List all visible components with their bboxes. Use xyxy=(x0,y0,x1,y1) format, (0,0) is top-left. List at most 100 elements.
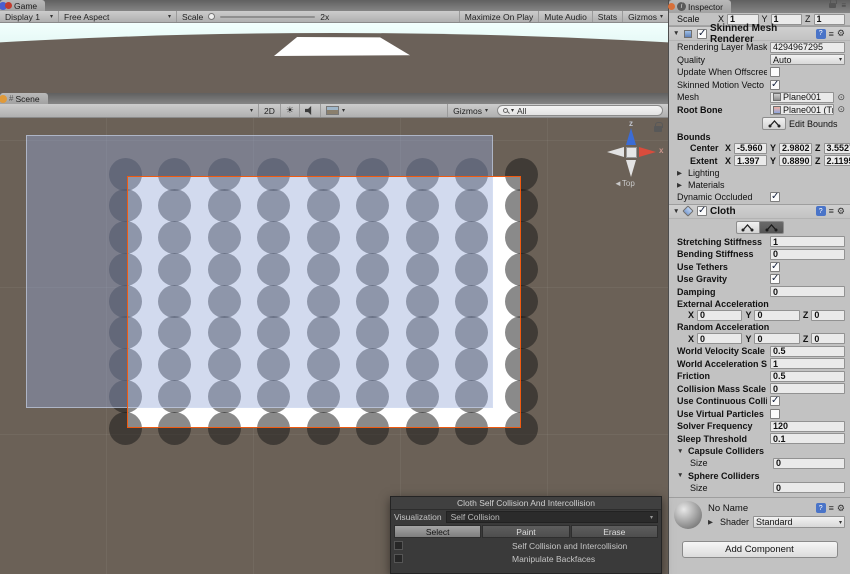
shader-dropdown[interactable]: Standard ▾ xyxy=(753,516,845,528)
scale-slider-knob[interactable] xyxy=(208,13,215,20)
use-gravity-checkbox[interactable] xyxy=(770,274,780,284)
gear-icon[interactable]: ⚙ xyxy=(837,503,845,514)
random-acceleration-y-field[interactable]: 0 xyxy=(754,333,799,344)
skinned-motion-vectors-checkbox[interactable] xyxy=(770,80,780,90)
edit-constraints-button[interactable] xyxy=(736,221,760,234)
extent-y-field[interactable]: 0.8890 xyxy=(779,155,812,166)
gear-icon[interactable]: ⚙ xyxy=(837,28,845,39)
foldout-icon[interactable]: ▶ xyxy=(708,518,716,526)
use-tethers-checkbox[interactable] xyxy=(770,262,780,272)
tab-select[interactable]: Select xyxy=(394,525,481,538)
sphere-colliders-foldout[interactable]: ▼ Sphere Colliders xyxy=(669,470,850,482)
damping-field[interactable]: 0 xyxy=(770,286,845,297)
rendering-layer-mask-field[interactable]: 4294967295 xyxy=(770,42,845,53)
component-enabled-checkbox[interactable] xyxy=(697,29,707,39)
preset-icon[interactable]: ≡ xyxy=(829,206,834,216)
random-acceleration-x-field[interactable]: 0 xyxy=(697,333,742,344)
game-gizmos-dropdown[interactable]: Gizmos▾ xyxy=(622,11,668,22)
foldout-icon[interactable]: ▼ xyxy=(673,30,681,37)
object-picker-icon[interactable]: ⊙ xyxy=(837,92,845,103)
self-collision-checkbox[interactable] xyxy=(394,541,403,550)
object-picker-icon[interactable]: ⊙ xyxy=(837,104,845,115)
stretching-stiffness-field[interactable]: 1 xyxy=(770,236,845,247)
capsule-colliders-foldout[interactable]: ▼ Capsule Colliders xyxy=(669,445,850,457)
scene-effects-dropdown[interactable]: ▾ xyxy=(320,104,350,117)
friction-field[interactable]: 0.5 xyxy=(770,371,845,382)
preset-icon[interactable]: ≡ xyxy=(829,29,834,39)
quality-dropdown[interactable]: Auto ▾ xyxy=(770,54,845,65)
maximize-on-play-button[interactable]: Maximize On Play xyxy=(459,11,539,22)
stats-button[interactable]: Stats xyxy=(592,11,622,22)
tab-scene[interactable]: # Scene xyxy=(0,93,48,104)
collision-mass-scale-field[interactable]: 0 xyxy=(770,383,845,394)
axis-z-cone[interactable] xyxy=(626,128,636,145)
external-acceleration-z-field[interactable]: 0 xyxy=(811,310,845,321)
capsule-colliders-size-field[interactable]: 0 xyxy=(773,458,845,469)
help-icon[interactable]: ? xyxy=(816,29,826,39)
random-acceleration-z-field[interactable]: 0 xyxy=(811,333,845,344)
skinned-mesh-renderer-header[interactable]: ▼ Skinned Mesh Renderer ? ≡ ⚙ xyxy=(669,26,850,41)
center-z-field[interactable]: 3.5527 xyxy=(824,143,850,154)
root-bone-object-field[interactable]: Plane001 (Tran xyxy=(770,104,834,115)
cloth-enabled-checkbox[interactable] xyxy=(697,206,707,216)
sleep-threshold-field[interactable]: 0.1 xyxy=(770,433,845,444)
extent-z-field[interactable]: 2.1195 xyxy=(824,155,850,166)
manipulate-backfaces-checkbox[interactable] xyxy=(394,554,403,563)
scene-gizmos-dropdown[interactable]: Gizmos▾ xyxy=(447,104,493,117)
cloth-header[interactable]: ▼ Cloth ? ≡ ⚙ xyxy=(669,204,850,219)
dynamic-occluded-checkbox[interactable] xyxy=(770,192,780,202)
bending-stiffness-field[interactable]: 0 xyxy=(770,249,845,260)
add-component-button[interactable]: Add Component xyxy=(682,541,838,558)
help-icon[interactable]: ? xyxy=(816,503,826,513)
2d-toggle-button[interactable]: 2D xyxy=(258,104,280,117)
edit-self-collision-button[interactable] xyxy=(760,221,784,234)
materials-foldout[interactable]: ▶ Materials xyxy=(669,179,850,191)
use-virtual-particles-checkbox[interactable] xyxy=(770,409,780,419)
axis-neg-z-cone[interactable] xyxy=(626,160,636,177)
sphere-colliders-size-field[interactable]: 0 xyxy=(773,482,845,493)
axis-x-cone[interactable] xyxy=(639,147,656,157)
world-acceleration-scale-field[interactable]: 1 xyxy=(770,358,845,369)
edit-bounds-button[interactable] xyxy=(762,117,786,130)
material-preview-sphere[interactable] xyxy=(674,501,702,529)
help-icon[interactable]: ? xyxy=(816,206,826,216)
solver-frequency-field[interactable]: 120 xyxy=(770,421,845,432)
preset-icon[interactable]: ≡ xyxy=(829,503,834,513)
lighting-foldout[interactable]: ▶ Lighting xyxy=(669,167,850,179)
tab-inspector[interactable]: i Inspector xyxy=(669,0,731,13)
center-y-field[interactable]: 2.9802 xyxy=(779,143,812,154)
scale-slider-track[interactable] xyxy=(220,16,315,18)
display-dropdown[interactable]: Display 1▾ xyxy=(0,11,58,22)
gizmo-center-cube[interactable] xyxy=(626,147,637,158)
mute-audio-button[interactable]: Mute Audio xyxy=(538,11,592,22)
center-x-field[interactable]: -5.960 xyxy=(734,143,767,154)
game-viewport[interactable] xyxy=(0,23,668,93)
menu-icon[interactable]: ≡ xyxy=(841,1,846,10)
lock-icon[interactable] xyxy=(654,126,662,132)
axis-neg-x-cone[interactable] xyxy=(607,147,624,157)
scene-lighting-button[interactable]: ☀ xyxy=(280,104,299,117)
extent-x-field[interactable]: 1.397 xyxy=(734,155,767,166)
gear-icon[interactable]: ⚙ xyxy=(837,206,845,217)
scene-search-input[interactable]: ▾ All xyxy=(497,105,663,116)
root-bone-row: Root Bone Plane001 (Tran ⊙ xyxy=(669,104,850,117)
aspect-dropdown[interactable]: Free Aspect▾ xyxy=(58,11,176,22)
scale-z-field[interactable]: 1 xyxy=(814,14,845,25)
use-continuous-collision-checkbox[interactable] xyxy=(770,396,780,406)
view-orientation-label[interactable]: ◄Top xyxy=(614,179,635,188)
external-acceleration-y-field[interactable]: 0 xyxy=(754,310,799,321)
foldout-icon[interactable]: ▼ xyxy=(673,208,681,215)
cloth-window-title[interactable]: Cloth Self Collision And Intercollision xyxy=(391,497,661,510)
tab-paint[interactable]: Paint xyxy=(482,525,569,538)
tab-erase[interactable]: Erase xyxy=(571,525,658,538)
chevron-down-icon: ▾ xyxy=(168,13,171,20)
lock-icon[interactable] xyxy=(829,3,836,8)
tab-game[interactable]: Game xyxy=(0,0,45,11)
world-velocity-scale-field[interactable]: 0.5 xyxy=(770,346,845,357)
draw-mode-dropdown[interactable]: ▾ xyxy=(178,104,258,117)
mesh-object-field[interactable]: Plane001 xyxy=(770,92,834,103)
scene-audio-button[interactable] xyxy=(299,104,320,117)
visualization-dropdown[interactable]: Self Collision ▾ xyxy=(446,511,658,523)
external-acceleration-x-field[interactable]: 0 xyxy=(697,310,742,321)
update-when-offscreen-checkbox[interactable] xyxy=(770,67,780,77)
